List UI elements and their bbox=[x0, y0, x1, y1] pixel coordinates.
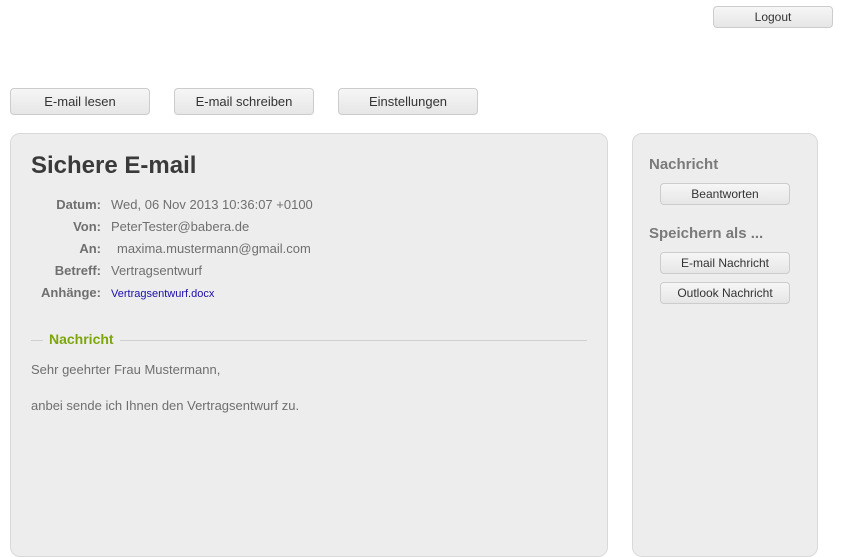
email-metadata: Datum: Wed, 06 Nov 2013 10:36:07 +0100 V… bbox=[31, 194, 587, 305]
meta-row-subject: Betreff: Vertragsentwurf bbox=[31, 260, 587, 282]
meta-row-to: An: maxima.mustermann@gmail.com bbox=[31, 238, 587, 260]
read-email-button[interactable]: E-mail lesen bbox=[10, 88, 150, 115]
message-line: anbei sende ich Ihnen den Vertragsentwur… bbox=[31, 397, 587, 415]
to-label: An: bbox=[31, 238, 111, 260]
subject-value: Vertragsentwurf bbox=[111, 260, 202, 282]
nav-bar: E-mail lesen E-mail schreiben Einstellun… bbox=[0, 88, 841, 115]
logout-button[interactable]: Logout bbox=[713, 6, 833, 28]
page-title: Sichere E-mail bbox=[31, 152, 587, 180]
save-as-email-button[interactable]: E-mail Nachricht bbox=[660, 252, 790, 274]
from-label: Von: bbox=[31, 216, 111, 238]
meta-row-attachments: Anhänge: Vertragsentwurf.docx bbox=[31, 282, 587, 305]
sidebar-message-heading: Nachricht bbox=[649, 156, 801, 173]
message-section-heading: Nachricht bbox=[31, 331, 587, 347]
save-as-outlook-button[interactable]: Outlook Nachricht bbox=[660, 282, 790, 304]
message-body: Sehr geehrter Frau Mustermann, anbei sen… bbox=[31, 361, 587, 415]
attachments-label: Anhänge: bbox=[31, 282, 111, 304]
attachment-link[interactable]: Vertragsentwurf.docx bbox=[111, 288, 214, 300]
reply-button[interactable]: Beantworten bbox=[660, 183, 790, 205]
sidebar-saveas-heading: Speichern als ... bbox=[649, 225, 801, 242]
email-panel: Sichere E-mail Datum: Wed, 06 Nov 2013 1… bbox=[10, 133, 608, 557]
subject-label: Betreff: bbox=[31, 260, 111, 282]
from-value: PeterTester@babera.de bbox=[111, 216, 249, 238]
to-value: maxima.mustermann@gmail.com bbox=[111, 238, 311, 260]
date-label: Datum: bbox=[31, 194, 111, 216]
message-line: Sehr geehrter Frau Mustermann, bbox=[31, 361, 587, 379]
date-value: Wed, 06 Nov 2013 10:36:07 +0100 bbox=[111, 194, 313, 216]
write-email-button[interactable]: E-mail schreiben bbox=[174, 88, 314, 115]
meta-row-date: Datum: Wed, 06 Nov 2013 10:36:07 +0100 bbox=[31, 194, 587, 216]
action-panel: Nachricht Beantworten Speichern als ... … bbox=[632, 133, 818, 557]
meta-row-from: Von: PeterTester@babera.de bbox=[31, 216, 587, 238]
settings-button[interactable]: Einstellungen bbox=[338, 88, 478, 115]
